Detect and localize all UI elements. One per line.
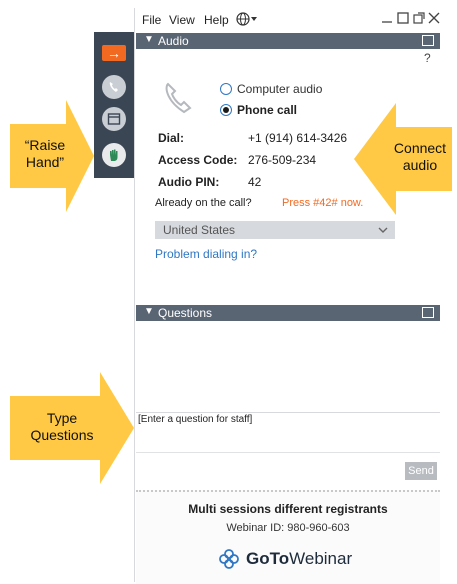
close-icon[interactable]: [427, 11, 441, 28]
problem-dialing-link[interactable]: Problem dialing in?: [155, 247, 257, 261]
audio-header-label: Audio: [158, 34, 189, 48]
already-on-call-text: Already on the call?: [155, 197, 252, 209]
webinar-id: Webinar ID: 980-960-603: [226, 522, 350, 534]
webinar-footer: Multi sessions different registrants Web…: [136, 490, 440, 584]
maximize-icon[interactable]: [396, 11, 410, 28]
questions-section-header[interactable]: ▼ Questions: [136, 305, 440, 321]
phone-handset-icon: [160, 80, 198, 123]
webinar-title: Multi sessions different registrants: [188, 502, 388, 516]
computer-audio-radio[interactable]: [220, 83, 232, 95]
globe-icon[interactable]: [236, 12, 258, 29]
menu-bar: File View Help: [134, 8, 440, 32]
country-selected: United States: [163, 223, 236, 237]
popout-section-icon[interactable]: [422, 307, 434, 318]
collapse-toolbar-button[interactable]: →: [98, 38, 130, 68]
questions-log: [136, 322, 440, 413]
collapse-triangle-icon: ▼: [144, 34, 154, 45]
type-questions-callout-text: Type Questions: [30, 410, 94, 443]
audio-pin-label: Audio PIN:: [158, 175, 220, 189]
brand-webinar: Webinar: [289, 549, 353, 568]
popout-icon[interactable]: [412, 11, 426, 28]
audio-pin-value: 42: [248, 175, 262, 189]
window-icon: [102, 107, 126, 131]
brand-goto: GoTo: [246, 549, 290, 568]
menu-help[interactable]: Help: [204, 13, 229, 27]
raise-hand-icon: [102, 143, 126, 167]
screen-toolbar-button[interactable]: [98, 104, 130, 134]
divider: [136, 452, 440, 453]
question-input[interactable]: [Enter a question for staff]: [138, 414, 438, 452]
chevron-down-icon: [377, 224, 389, 239]
audio-toolbar-button[interactable]: [98, 72, 130, 102]
menu-view[interactable]: View: [169, 13, 195, 27]
help-question-mark[interactable]: ?: [424, 51, 431, 65]
gotowebinar-logo: GoTo Webinar: [218, 548, 352, 570]
dial-value: +1 (914) 614-3426: [248, 131, 348, 145]
raise-hand-button[interactable]: [98, 140, 130, 170]
popout-section-icon[interactable]: [422, 35, 434, 46]
side-toolbar: →: [94, 32, 134, 178]
phone-call-radio[interactable]: [220, 104, 232, 116]
raise-hand-callout-text: “Raise Hand”: [24, 137, 66, 170]
minimize-icon[interactable]: [380, 10, 394, 27]
flower-logo-icon: [219, 549, 239, 569]
arrow-right-icon: →: [102, 45, 126, 61]
country-dropdown[interactable]: United States: [155, 221, 395, 239]
menu-file[interactable]: File: [142, 13, 161, 27]
collapse-triangle-icon: ▼: [144, 306, 154, 317]
audio-section-header[interactable]: ▼ Audio: [136, 33, 440, 49]
access-code-label: Access Code:: [158, 153, 238, 167]
phone-icon: [102, 75, 126, 99]
computer-audio-label[interactable]: Computer audio: [237, 82, 322, 96]
connect-audio-callout-text: Connect audio: [393, 140, 447, 173]
access-code-value: 276-509-234: [248, 153, 317, 167]
dial-label: Dial:: [158, 131, 185, 145]
phone-call-label[interactable]: Phone call: [237, 103, 297, 117]
send-button[interactable]: Send: [405, 462, 437, 480]
press-code-text: Press #42# now.: [282, 197, 364, 209]
questions-header-label: Questions: [158, 306, 213, 320]
